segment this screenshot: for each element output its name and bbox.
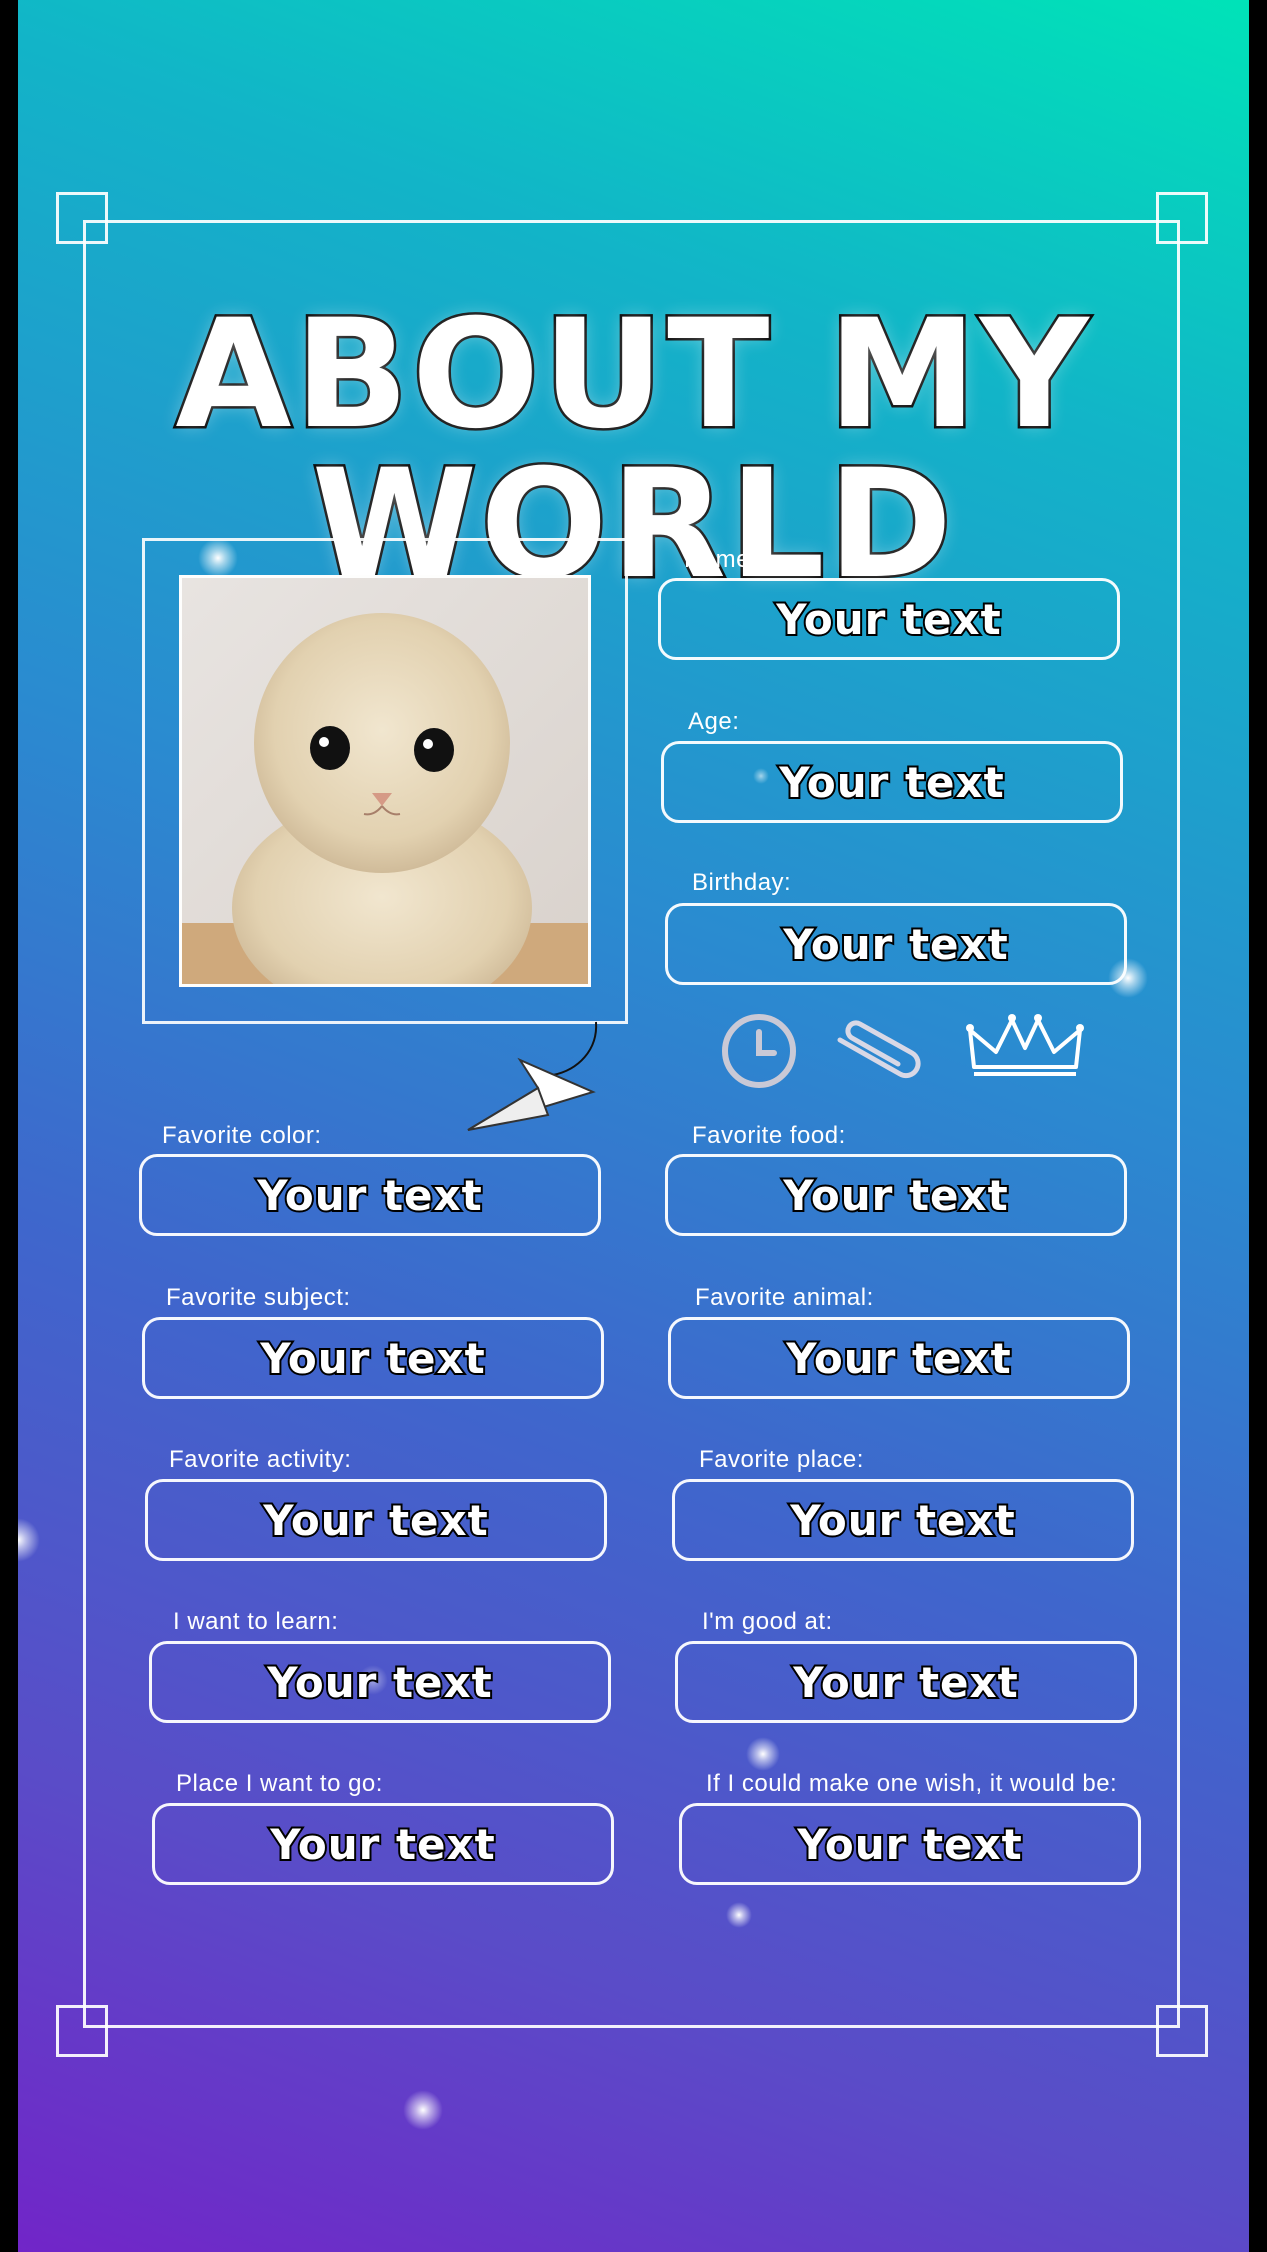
favorite-color-value: Your text <box>255 1169 483 1222</box>
birthday-field[interactable]: Your text <box>665 903 1127 985</box>
crown-icon <box>966 1014 1084 1076</box>
favorite-activity-value: Your text <box>261 1494 489 1547</box>
favorite-food-field[interactable]: Your text <box>665 1154 1127 1236</box>
favorite-animal-label: Favorite animal: <box>695 1284 874 1311</box>
cat-photo[interactable] <box>179 575 591 987</box>
favorite-food-label: Favorite food: <box>692 1122 846 1149</box>
good-at-label: I'm good at: <box>702 1608 833 1635</box>
one-wish-label: If I could make one wish, it would be: <box>706 1770 1118 1797</box>
favorite-subject-value: Your text <box>258 1332 486 1385</box>
corner-square <box>56 192 108 244</box>
want-to-learn-value: Your text <box>265 1656 493 1709</box>
sparkle <box>18 1518 40 1562</box>
favorite-place-value: Your text <box>788 1494 1016 1547</box>
favorite-food-value: Your text <box>781 1169 1009 1222</box>
name-value: Your text <box>774 593 1002 646</box>
sparkle <box>403 2090 443 2130</box>
one-wish-value: Your text <box>795 1818 1023 1871</box>
name-label: Name: <box>684 546 758 573</box>
age-field[interactable]: Your text <box>661 741 1123 823</box>
want-to-learn-field[interactable]: Your text <box>149 1641 611 1723</box>
clock-icon <box>722 1014 796 1088</box>
favorite-color-label: Favorite color: <box>162 1122 322 1149</box>
corner-square <box>56 2005 108 2057</box>
name-field[interactable]: Your text <box>658 578 1120 660</box>
favorite-animal-field[interactable]: Your text <box>668 1317 1130 1399</box>
favorite-color-field[interactable]: Your text <box>139 1154 601 1236</box>
want-to-learn-label: I want to learn: <box>173 1608 339 1635</box>
place-to-go-label: Place I want to go: <box>176 1770 383 1797</box>
age-label: Age: <box>688 708 740 735</box>
favorite-place-field[interactable]: Your text <box>672 1479 1134 1561</box>
favorite-subject-label: Favorite subject: <box>166 1284 351 1311</box>
one-wish-field[interactable]: Your text <box>679 1803 1141 1885</box>
favorite-subject-field[interactable]: Your text <box>142 1317 604 1399</box>
favorite-activity-label: Favorite activity: <box>169 1446 352 1473</box>
place-to-go-field[interactable]: Your text <box>152 1803 614 1885</box>
corner-square <box>1156 2005 1208 2057</box>
favorite-place-label: Favorite place: <box>699 1446 864 1473</box>
place-to-go-value: Your text <box>268 1818 496 1871</box>
birthday-label: Birthday: <box>692 869 792 896</box>
good-at-field[interactable]: Your text <box>675 1641 1137 1723</box>
poster: ABOUT MY WORLD Name: Your text Age: Your… <box>18 0 1249 2252</box>
paper-plane-icon <box>467 1021 598 1131</box>
birthday-value: Your text <box>781 918 1009 971</box>
favorite-animal-value: Your text <box>784 1332 1012 1385</box>
good-at-value: Your text <box>791 1656 1019 1709</box>
paperclip-icon <box>837 1020 921 1079</box>
favorite-activity-field[interactable]: Your text <box>145 1479 607 1561</box>
corner-square <box>1156 192 1208 244</box>
age-value: Your text <box>777 756 1005 809</box>
